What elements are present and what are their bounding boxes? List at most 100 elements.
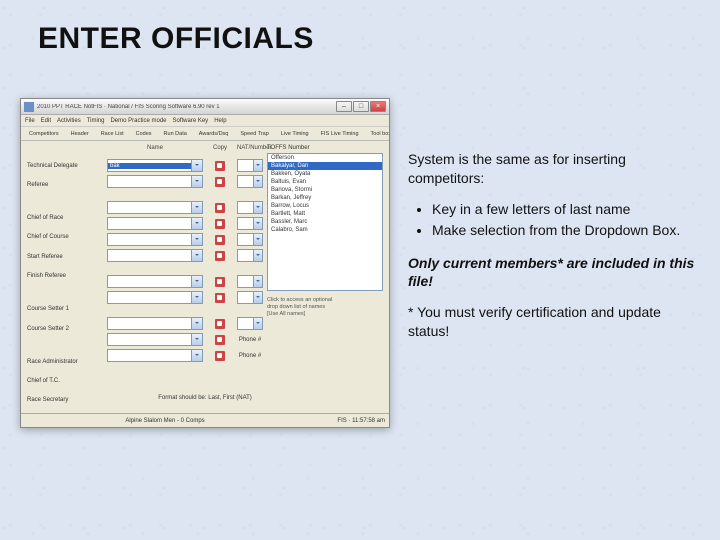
nat-combo[interactable] bbox=[237, 175, 263, 188]
menu-timing[interactable]: Timing bbox=[87, 118, 105, 124]
list-item[interactable]: Bakalyar, Dan bbox=[268, 162, 382, 170]
nat-combo[interactable] bbox=[237, 233, 263, 246]
menu-help[interactable]: Help bbox=[214, 118, 226, 124]
status-right: FIS · 11:57:58 am bbox=[305, 418, 385, 424]
window-title: 2010 PPT RACE NotFIS · National / FIS Sc… bbox=[37, 104, 336, 110]
tool-header[interactable]: Header bbox=[67, 129, 93, 139]
list-item[interactable]: Barrow, Locus bbox=[268, 202, 382, 210]
tool-codes[interactable]: Codes bbox=[132, 129, 156, 139]
maximize-button[interactable]: □ bbox=[353, 101, 369, 112]
chevron-down-icon[interactable] bbox=[191, 318, 202, 329]
chevron-down-icon[interactable] bbox=[191, 334, 202, 345]
name-combo[interactable] bbox=[107, 291, 203, 304]
name-combo[interactable] bbox=[107, 233, 203, 246]
copy-icon[interactable] bbox=[215, 335, 225, 345]
nat-combo[interactable] bbox=[237, 275, 263, 288]
members-note: Only current members* are included in th… bbox=[408, 254, 698, 292]
nat-combo[interactable] bbox=[237, 201, 263, 214]
name-combo[interactable]: bak bbox=[107, 159, 203, 172]
col-nat-header: NAT/Number bbox=[237, 145, 263, 157]
tool-fislive[interactable]: FIS Live Timing bbox=[317, 129, 363, 139]
field-label: Course Setter 2 bbox=[27, 322, 103, 335]
copy-icon[interactable] bbox=[215, 351, 225, 361]
copy-icon[interactable] bbox=[215, 251, 225, 261]
list-item[interactable]: Bartlett, Matt bbox=[268, 210, 382, 218]
chevron-down-icon[interactable] bbox=[191, 292, 202, 303]
copy-icon[interactable] bbox=[215, 203, 225, 213]
col-name-header: Name bbox=[107, 145, 203, 157]
menu-edit[interactable]: Edit bbox=[41, 118, 51, 124]
copy-icon[interactable] bbox=[215, 293, 225, 303]
chevron-down-icon[interactable] bbox=[253, 160, 262, 171]
chevron-down-icon[interactable] bbox=[191, 218, 202, 229]
name-combo[interactable] bbox=[107, 317, 203, 330]
minimize-button[interactable]: – bbox=[336, 101, 352, 112]
nat-combo[interactable] bbox=[237, 317, 263, 330]
verify-note: * You must verify certification and upda… bbox=[408, 303, 698, 341]
chevron-down-icon[interactable] bbox=[191, 234, 202, 245]
copy-icon[interactable] bbox=[215, 277, 225, 287]
chevron-down-icon[interactable] bbox=[253, 234, 262, 245]
menu-demo[interactable]: Demo Practice mode bbox=[110, 118, 166, 124]
menu-key[interactable]: Software Key bbox=[173, 118, 209, 124]
tool-racelist[interactable]: Race List bbox=[97, 129, 128, 139]
close-button[interactable]: × bbox=[370, 101, 386, 112]
chevron-down-icon[interactable] bbox=[191, 276, 202, 287]
name-combo[interactable] bbox=[107, 349, 203, 362]
list-item[interactable]: Offerson bbox=[268, 154, 382, 162]
chevron-down-icon[interactable] bbox=[253, 276, 262, 287]
tool-toolbox[interactable]: Tool box bbox=[367, 129, 389, 139]
chevron-down-icon[interactable] bbox=[253, 218, 262, 229]
name-combo[interactable] bbox=[107, 333, 203, 346]
menubar: File Edit Activities Timing Demo Practic… bbox=[21, 115, 389, 127]
name-combo[interactable] bbox=[107, 275, 203, 288]
list-item[interactable]: Bassler, Marc bbox=[268, 218, 382, 226]
name-listbox[interactable]: OffersonBakalyar, DanBakken, OyataBaltui… bbox=[267, 153, 383, 291]
menu-activities[interactable]: Activities bbox=[57, 118, 81, 124]
toolbar: Competitors Header Race List Codes Run D… bbox=[21, 127, 389, 141]
dropdown-area: TOFFS Number OffersonBakalyar, DanBakken… bbox=[267, 145, 383, 407]
format-note: Format should be: Last, First (NAT) bbox=[21, 395, 389, 401]
chevron-down-icon[interactable] bbox=[253, 318, 262, 329]
field-label: Chief of T.C. bbox=[27, 374, 103, 387]
chevron-down-icon[interactable] bbox=[253, 176, 262, 187]
nat-combo[interactable] bbox=[237, 159, 263, 172]
chevron-down-icon[interactable] bbox=[253, 250, 262, 261]
status-left: Alpine Slalom Men - 0 Comps bbox=[25, 418, 305, 424]
chevron-down-icon[interactable] bbox=[191, 160, 202, 171]
copy-icon[interactable] bbox=[215, 319, 225, 329]
list-item[interactable]: Banova, Stormi bbox=[268, 186, 382, 194]
tool-awards[interactable]: Awards/Dsq bbox=[195, 129, 233, 139]
copy-icon[interactable] bbox=[215, 219, 225, 229]
copy-icon[interactable] bbox=[215, 235, 225, 245]
list-item[interactable]: Calabro, Sam bbox=[268, 226, 382, 234]
field-label: Race Administrator bbox=[27, 355, 103, 368]
list-item[interactable]: Barkan, Jeffrey bbox=[268, 194, 382, 202]
hint-text: Click to access an optional drop down li… bbox=[267, 297, 383, 318]
nat-combo[interactable] bbox=[237, 249, 263, 262]
tool-speedtrap[interactable]: Speed Trap bbox=[236, 129, 272, 139]
list-item[interactable]: Baltuis, Evan bbox=[268, 178, 382, 186]
copy-icon[interactable] bbox=[215, 161, 225, 171]
nat-combo[interactable] bbox=[237, 217, 263, 230]
bullet-1: Key in a few letters of last name bbox=[432, 200, 698, 219]
titlebar[interactable]: 2010 PPT RACE NotFIS · National / FIS Sc… bbox=[21, 99, 389, 115]
chevron-down-icon[interactable] bbox=[253, 292, 262, 303]
tool-livetiming[interactable]: Live Timing bbox=[277, 129, 313, 139]
name-combo[interactable] bbox=[107, 249, 203, 262]
name-combo[interactable] bbox=[107, 175, 203, 188]
chevron-down-icon[interactable] bbox=[191, 350, 202, 361]
name-combo[interactable] bbox=[107, 201, 203, 214]
field-label: Finish Referee bbox=[27, 270, 103, 283]
chevron-down-icon[interactable] bbox=[191, 250, 202, 261]
name-combo[interactable] bbox=[107, 217, 203, 230]
tool-rundata[interactable]: Run Data bbox=[160, 129, 191, 139]
tool-competitors[interactable]: Competitors bbox=[25, 129, 63, 139]
menu-file[interactable]: File bbox=[25, 118, 35, 124]
nat-combo[interactable] bbox=[237, 291, 263, 304]
list-item[interactable]: Bakken, Oyata bbox=[268, 170, 382, 178]
chevron-down-icon[interactable] bbox=[191, 176, 202, 187]
chevron-down-icon[interactable] bbox=[253, 202, 262, 213]
copy-icon[interactable] bbox=[215, 177, 225, 187]
chevron-down-icon[interactable] bbox=[191, 202, 202, 213]
